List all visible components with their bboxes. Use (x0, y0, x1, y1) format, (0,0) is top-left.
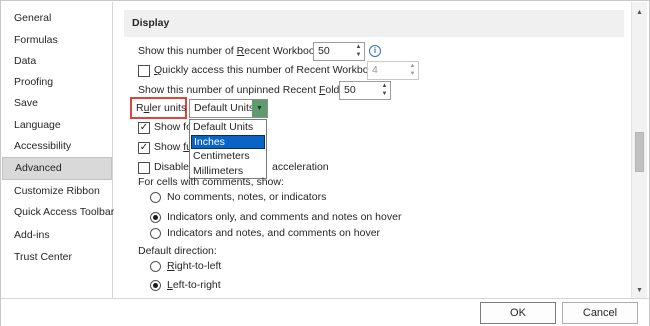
sidebar-item-formulas[interactable]: Formulas (2, 30, 112, 51)
sidebar-item-data[interactable]: Data (2, 51, 112, 72)
ok-button[interactable]: OK (480, 302, 556, 324)
sidebar: General Formulas Data Proofing Save Lang… (2, 2, 114, 298)
comments-indicators-notes-label: Indicators and notes, and comments on ho… (167, 227, 381, 239)
scrollbar-thumb[interactable] (635, 132, 644, 172)
ruler-units-dropdown-list[interactable]: Default Units Inches Centimeters Millime… (189, 119, 267, 179)
sidebar-item-customize-ribbon[interactable]: Customize Ribbon (2, 181, 112, 202)
direction-group-label: Default direction: (138, 245, 217, 257)
sidebar-item-quick-access-toolbar[interactable]: Quick Access Toolbar (2, 202, 114, 223)
show-function-screentips-label: Show fu (154, 141, 192, 153)
direction-ltr-label: Left-to-right (167, 279, 221, 291)
disable-hw-acceleration-label-end: acceleration (272, 161, 329, 173)
ruler-units-value: Default Units (194, 102, 255, 114)
sidebar-item-accessibility[interactable]: Accessibility (2, 136, 112, 157)
section-header-display: Display (124, 10, 624, 37)
disable-hw-acceleration-checkbox[interactable] (138, 162, 150, 174)
spinner-arrows-icon[interactable]: ▲ ▼ (407, 62, 418, 79)
comments-none-radio[interactable] (150, 192, 161, 203)
direction-ltr-radio[interactable] (150, 280, 161, 291)
recent-folders-value: 50 (344, 84, 356, 96)
comments-indicators-notes-radio[interactable] (150, 228, 161, 239)
dropdown-option-inches[interactable]: Inches (191, 135, 265, 149)
recent-folders-label: Show this number of unpinned Recent Fold… (138, 84, 357, 96)
spinner-arrows-icon[interactable]: ▲ ▼ (353, 43, 364, 60)
direction-rtl-radio[interactable] (150, 261, 161, 272)
ruler-units-label: Ruler units (136, 102, 187, 114)
sidebar-item-general[interactable]: General (2, 8, 112, 29)
show-function-screentips-checkbox[interactable]: ✓ (138, 142, 150, 154)
sidebar-item-trust-center[interactable]: Trust Center (2, 247, 112, 268)
options-panel[interactable]: Display Show this number of Recent Workb… (114, 2, 631, 298)
ruler-units-select[interactable]: Default Units ▼ (189, 99, 268, 118)
dropdown-option-centimeters[interactable]: Centimeters (191, 150, 265, 164)
recent-workbooks-label: Show this number of Recent Workbooks: (138, 45, 329, 57)
sidebar-item-language[interactable]: Language (2, 115, 112, 136)
recent-workbooks-value: 50 (318, 45, 330, 57)
comments-none-label: No comments, notes, or indicators (167, 191, 327, 203)
vertical-scrollbar[interactable]: ▲ ▼ (631, 2, 647, 298)
dropdown-option-default-units[interactable]: Default Units (191, 121, 265, 135)
comments-indicators-only-radio[interactable] (150, 212, 161, 223)
spinner-arrows-icon[interactable]: ▲ ▼ (379, 82, 390, 99)
quick-access-label: Quickly access this number of Recent Wor… (154, 64, 388, 76)
scroll-up-arrow-icon[interactable]: ▲ (632, 5, 647, 20)
cancel-button[interactable]: Cancel (562, 302, 638, 324)
sidebar-item-save[interactable]: Save (2, 93, 112, 114)
dialog-footer: OK Cancel (1, 298, 649, 326)
quick-access-spinner[interactable]: 4 ▲ ▼ (367, 61, 419, 80)
comments-indicators-only-label: Indicators only, and comments and notes … (167, 211, 402, 223)
recent-workbooks-spinner[interactable]: 50 ▲ ▼ (313, 42, 365, 61)
comments-group-label: For cells with comments, show: (138, 176, 284, 188)
chevron-down-icon[interactable]: ▼ (252, 100, 267, 117)
excel-options-window: General Formulas Data Proofing Save Lang… (0, 0, 650, 326)
sidebar-item-advanced[interactable]: Advanced (2, 157, 112, 180)
sidebar-item-proofing[interactable]: Proofing (2, 72, 112, 93)
sidebar-item-add-ins[interactable]: Add-ins (2, 225, 112, 246)
direction-rtl-label: Right-to-left (167, 260, 222, 272)
scroll-down-arrow-icon[interactable]: ▼ (632, 283, 647, 298)
quick-access-checkbox[interactable] (138, 65, 150, 77)
quick-access-value: 4 (372, 64, 378, 76)
info-icon[interactable]: i (369, 45, 381, 57)
recent-folders-spinner[interactable]: 50 ▲ ▼ (339, 81, 391, 100)
show-formula-bar-checkbox[interactable]: ✓ (138, 122, 150, 134)
